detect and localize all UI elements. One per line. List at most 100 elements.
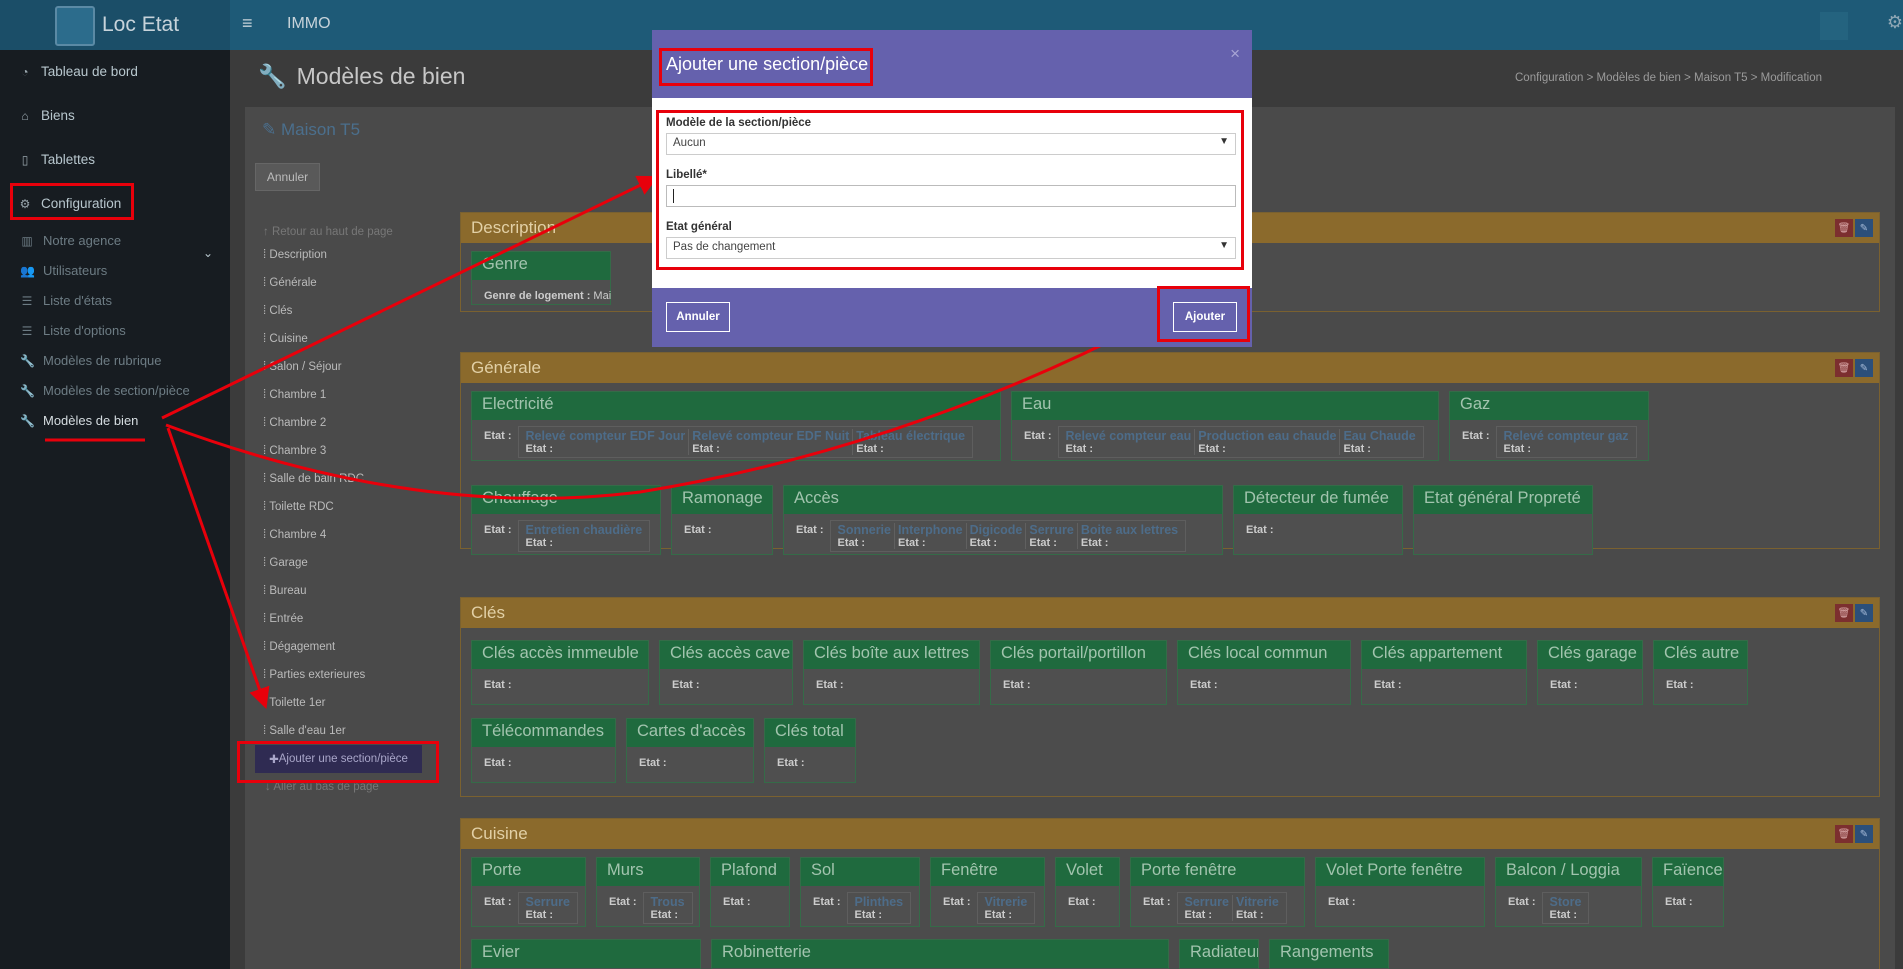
wrench-icon: 🔧 bbox=[20, 413, 35, 428]
panel-cuisine: Cuisine 🗑 ✎ Porte Etat : Serrure Etat : Murs E… bbox=[460, 818, 1880, 969]
sub-item-label: Eau Chaude bbox=[1343, 429, 1416, 443]
toc-item[interactable]: ⁞ Bureau bbox=[263, 585, 306, 597]
trash-icon[interactable]: 🗑 bbox=[1835, 604, 1853, 622]
toc-item[interactable]: ⁞ Dégagement bbox=[263, 641, 335, 653]
etat-label: Etat : bbox=[1029, 537, 1057, 549]
trash-icon[interactable]: 🗑 bbox=[1835, 825, 1853, 843]
toc-item-label: Chambre 2 bbox=[269, 417, 327, 429]
card-title: Genre bbox=[472, 252, 610, 280]
toc-item[interactable]: ⁞ Chambre 2 bbox=[263, 417, 326, 429]
etat-label: Etat : bbox=[984, 909, 1013, 921]
toc-item[interactable]: ⁞ Description bbox=[263, 249, 327, 261]
toc-item[interactable]: ⁞ Garage bbox=[263, 557, 308, 569]
breadcrumb-item[interactable]: Modèles de bien bbox=[1597, 72, 1681, 84]
sub-item[interactable]: Vitrerie Etat : bbox=[982, 895, 1031, 921]
pencil-icon[interactable]: ✎ bbox=[1855, 825, 1873, 843]
gear-icon[interactable]: ⚙ bbox=[1887, 12, 1903, 33]
menu-toggle-icon[interactable]: ≡ bbox=[242, 13, 253, 34]
toc-top-text: Retour au haut de page bbox=[271, 226, 393, 238]
toc-item[interactable]: ⁞ Générale bbox=[263, 277, 317, 289]
etat-label: Etat : bbox=[1024, 430, 1052, 442]
card-body: Etat : bbox=[1362, 669, 1526, 697]
sidebar-sub-options[interactable]: ☰ Liste d'options bbox=[20, 323, 126, 338]
brand[interactable]: Loc Etat bbox=[0, 0, 230, 50]
toc-item[interactable]: ⁞ Clés bbox=[263, 305, 292, 317]
toc-item[interactable]: ⁞ Chambre 3 bbox=[263, 445, 326, 457]
trash-icon[interactable]: 🗑 bbox=[1835, 219, 1853, 237]
sub-item[interactable]: Trous Etat : bbox=[648, 895, 688, 921]
modal-cancel-button[interactable]: Annuler bbox=[666, 302, 730, 332]
user-avatar[interactable] bbox=[1820, 12, 1848, 40]
sub-item[interactable]: Plinthes Etat : bbox=[852, 895, 907, 921]
breadcrumb-item[interactable]: Maison T5 bbox=[1694, 72, 1747, 84]
sidebar-item-biens[interactable]: ⌂ Biens bbox=[18, 108, 74, 123]
card: Clés local commun Etat : bbox=[1177, 640, 1351, 705]
pencil-icon[interactable]: ✎ bbox=[1855, 604, 1873, 622]
card-title: Robinetterie bbox=[712, 940, 1168, 968]
sidebar-sub-agence[interactable]: ▥ Notre agence bbox=[20, 233, 121, 248]
card: Clés total Etat : bbox=[764, 718, 856, 783]
sub-item[interactable]: Relevé compteur eau Etat : bbox=[1063, 429, 1195, 455]
trash-icon[interactable]: 🗑 bbox=[1835, 359, 1853, 377]
sub-item[interactable]: Store Etat : bbox=[1547, 895, 1585, 921]
etat-label: Etat : bbox=[650, 909, 679, 921]
sub-item[interactable]: Boite aux lettres Etat : bbox=[1076, 523, 1181, 549]
sidebar-sub-bien[interactable]: 🔧 Modèles de bien bbox=[20, 413, 138, 428]
etat-label: Etat : bbox=[684, 524, 712, 536]
toc-item[interactable]: ⁞ Cuisine bbox=[263, 333, 308, 345]
toc-item[interactable]: ⁞ Toilette 1er bbox=[263, 697, 325, 709]
breadcrumb-item[interactable]: Configuration bbox=[1515, 72, 1583, 84]
sub-item[interactable]: Entretien chaudière Etat : bbox=[523, 523, 646, 549]
etat-label: Etat : bbox=[639, 757, 667, 769]
toc-item[interactable]: ⁞ Entrée bbox=[263, 613, 303, 625]
card: Balcon / Loggia Etat : Store Etat : bbox=[1495, 857, 1642, 927]
sub-item[interactable]: Relevé compteur gaz Etat : bbox=[1501, 429, 1632, 455]
sidebar-sub-section[interactable]: 🔧 Modèles de section/pièce bbox=[20, 383, 190, 398]
sub-item[interactable]: Serrure Etat : bbox=[1182, 895, 1232, 921]
sidebar-item-tablettes[interactable]: ▯ Tablettes bbox=[18, 152, 95, 167]
chevron-down-icon[interactable]: ⌄ bbox=[203, 246, 213, 260]
sub-item[interactable]: Vitrerie Etat : bbox=[1231, 895, 1282, 921]
panel-actions: 🗑 ✎ bbox=[1833, 219, 1873, 237]
box-title: ✎ Maison T5 bbox=[262, 120, 361, 139]
toc-item[interactable]: ⁞ Salle d'eau 1er bbox=[263, 725, 346, 737]
wrench-icon: 🔧 bbox=[20, 353, 35, 368]
sidebar-sub-rubrique[interactable]: 🔧 Modèles de rubrique bbox=[20, 353, 162, 368]
sub-item[interactable]: Serrure Etat : bbox=[523, 895, 573, 921]
sidebar-sub-utilisateurs[interactable]: 👥 Utilisateurs bbox=[20, 263, 107, 278]
toc-top-link[interactable]: ↑ Retour au haut de page bbox=[263, 226, 393, 238]
sub-item[interactable]: Sonnerie Etat : bbox=[835, 523, 895, 549]
sub-item[interactable]: Production eau chaude Etat : bbox=[1194, 429, 1339, 455]
close-icon[interactable]: × bbox=[1230, 44, 1240, 64]
etat-label: Etat : bbox=[484, 524, 512, 536]
etat-label: Etat : bbox=[1065, 443, 1094, 455]
sidebar-sub-etats[interactable]: ☰ Liste d'états bbox=[20, 293, 112, 308]
toc-item[interactable]: ⁞ Chambre 4 bbox=[263, 529, 326, 541]
toc-item[interactable]: ⁞ Salle de bain RDC bbox=[263, 473, 364, 485]
sidebar-item-label: Liste d'états bbox=[43, 293, 112, 308]
sub-item[interactable]: Relevé compteur EDF Jour Etat : bbox=[523, 429, 689, 455]
sub-item[interactable]: Relevé compteur EDF Nuit Etat : bbox=[688, 429, 852, 455]
toc-item-label: Parties exterieures bbox=[269, 669, 366, 681]
sub-item[interactable]: Interphone Etat : bbox=[894, 523, 966, 549]
cancel-button[interactable]: Annuler bbox=[255, 163, 320, 191]
card: Clés garage Etat : bbox=[1537, 640, 1643, 705]
toc-item[interactable]: ⁞ Parties exterieures bbox=[263, 669, 365, 681]
toc-item[interactable]: ⁞ Toilette RDC bbox=[263, 501, 334, 513]
panel-title: Cuisine bbox=[461, 819, 1879, 849]
card-title: Clés appartement bbox=[1362, 641, 1526, 669]
card-eau: Eau Etat : Relevé compteur eau Etat : Pro… bbox=[1011, 391, 1439, 461]
card-body: Etat : bbox=[472, 747, 615, 775]
sub-item-label: Relevé compteur EDF Nuit bbox=[692, 429, 850, 443]
sub-item[interactable]: Eau Chaude Etat : bbox=[1339, 429, 1418, 455]
sidebar-item-dashboard[interactable]: ◔ Tableau de bord bbox=[18, 64, 137, 79]
toc-item[interactable]: ⁞ Salon / Séjour bbox=[263, 361, 342, 373]
pencil-icon[interactable]: ✎ bbox=[1855, 219, 1873, 237]
sub-item[interactable]: Tableau électrique Etat : bbox=[852, 429, 968, 455]
card-gaz: Gaz Etat : Relevé compteur gaz Etat : bbox=[1449, 391, 1649, 461]
sub-item[interactable]: Digicode Etat : bbox=[965, 523, 1026, 549]
sub-item[interactable]: Serrure Etat : bbox=[1025, 523, 1076, 549]
pencil-icon[interactable]: ✎ bbox=[1855, 359, 1873, 377]
highlight-form bbox=[656, 110, 1244, 270]
toc-item[interactable]: ⁞ Chambre 1 bbox=[263, 389, 326, 401]
